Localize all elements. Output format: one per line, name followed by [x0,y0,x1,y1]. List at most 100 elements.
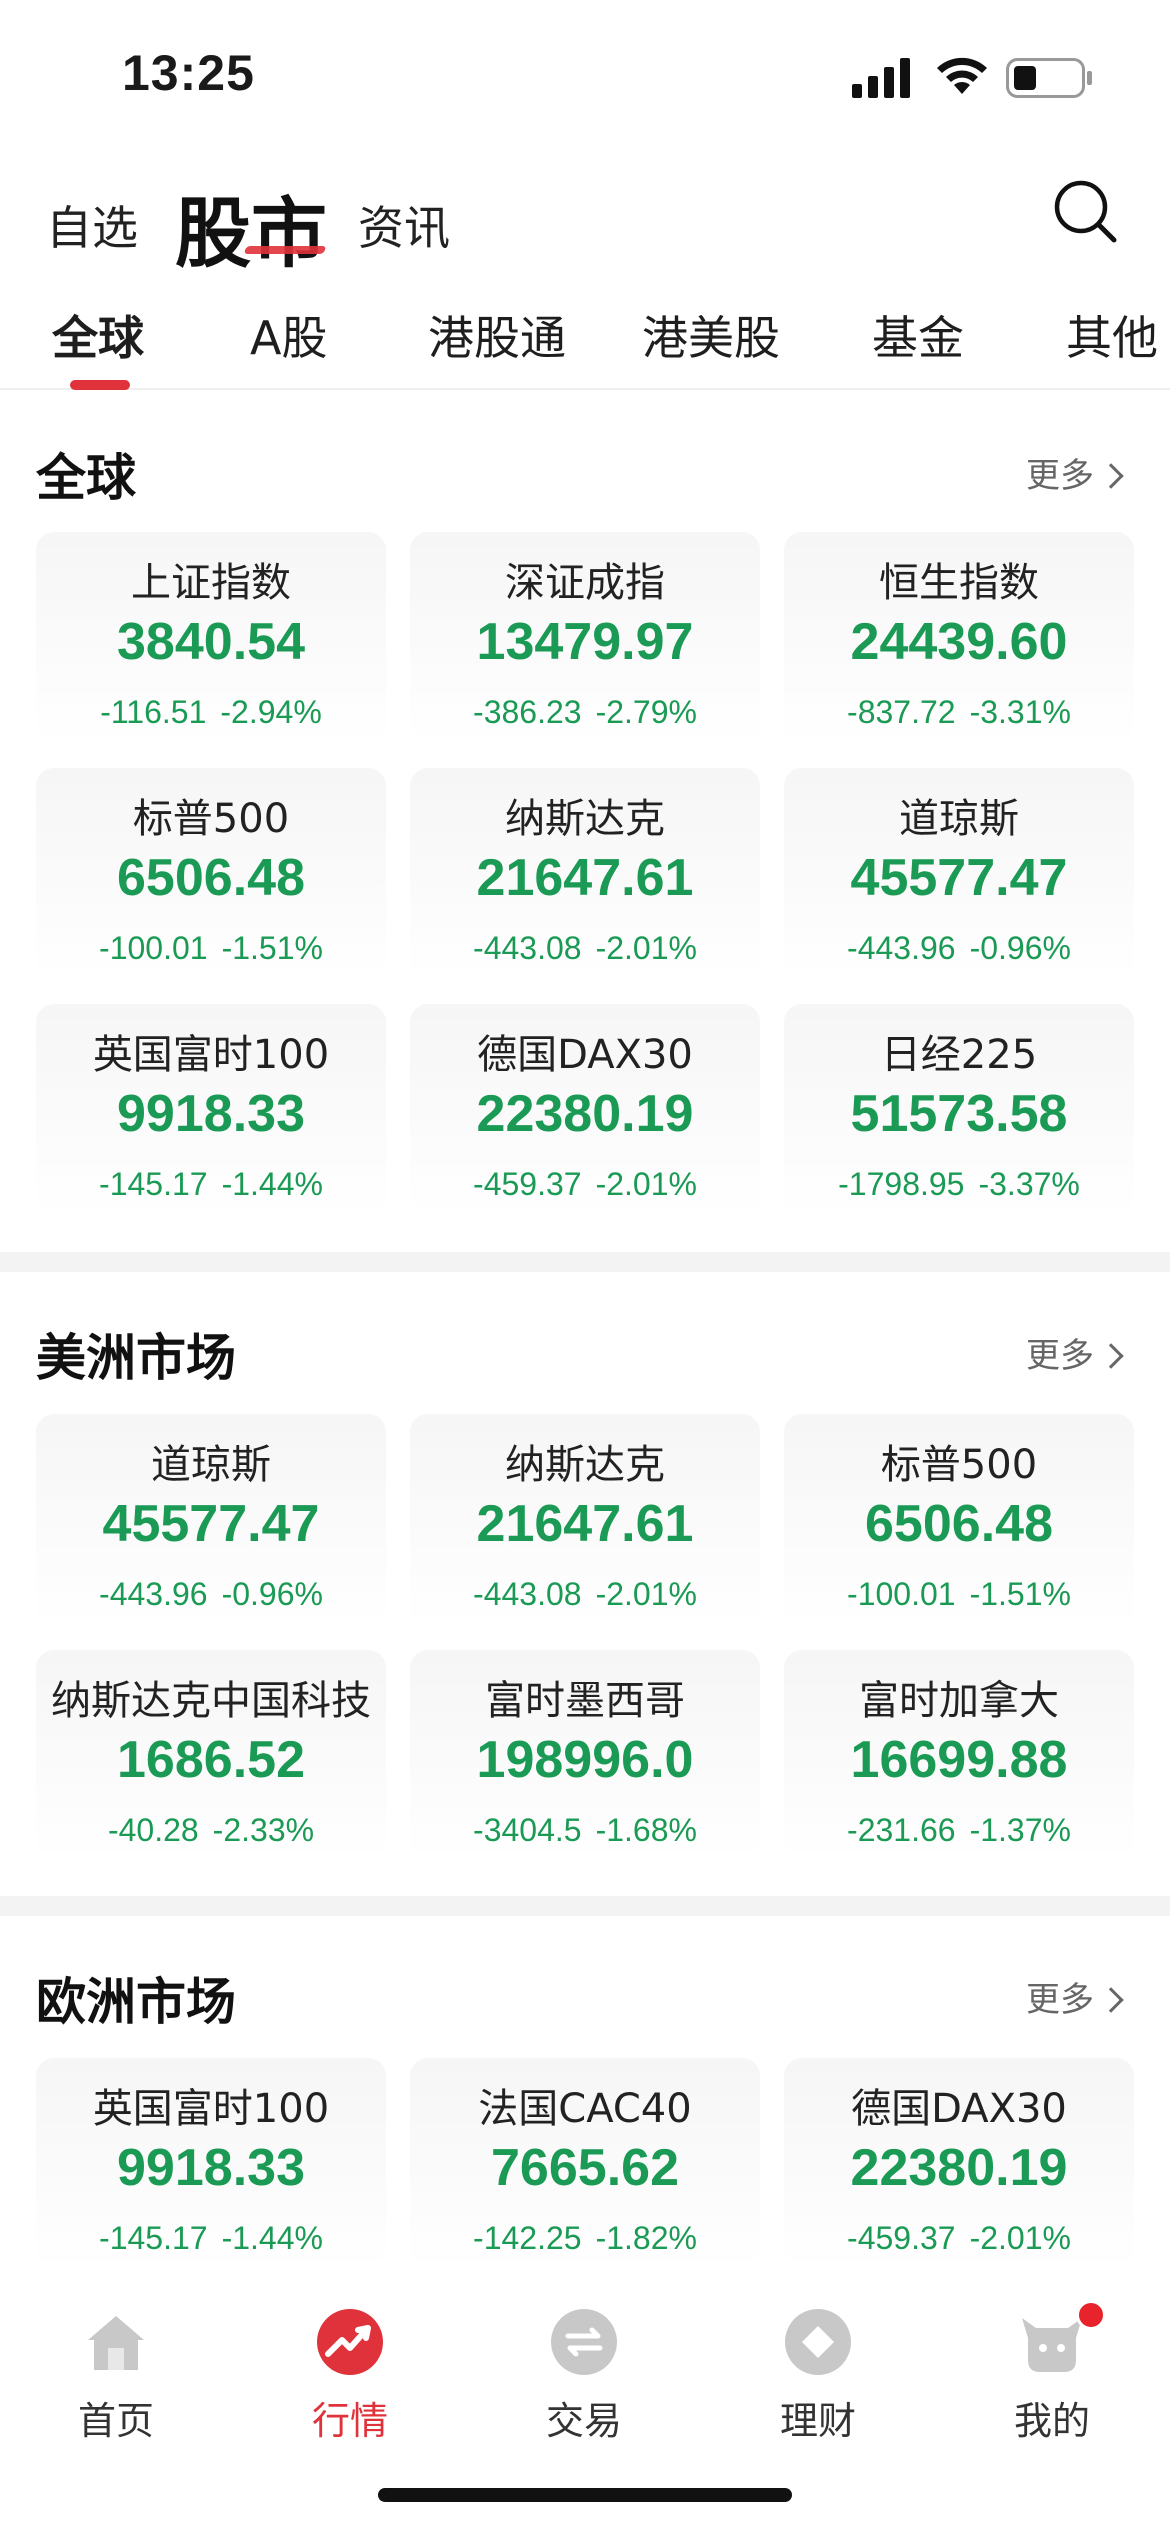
index-name: 深证成指 [505,560,665,606]
index-change-percent: -1.82% [595,2220,697,2256]
notification-badge-dot [1076,2300,1106,2330]
subtab-others[interactable]: 其他 [1066,302,1158,368]
index-price: 9918.33 [117,1085,305,1143]
more-label: 更多 [1026,1336,1094,1376]
index-change-row: -837.72 -3.31% [784,694,1134,731]
index-card[interactable]: 深证成指 13479.97 -386.23 -2.79% [410,532,760,742]
index-change: -116.51 [100,694,207,730]
index-change: -1798.95 [838,1166,965,1202]
index-change: -100.01 [847,1576,956,1612]
index-card[interactable]: 富时墨西哥 198996.0 -3404.5 -1.68% [410,1650,760,1860]
index-name: 纳斯达克 [505,796,665,842]
trade-exchange-icon [551,2309,617,2375]
chevron-right-icon [1098,1343,1124,1369]
index-card[interactable]: 道琼斯 45577.47 -443.96 -0.96% [36,1414,386,1624]
index-change-percent: -2.01% [595,1576,697,1612]
index-price: 9918.33 [117,2139,305,2197]
index-change-row: -142.25 -1.82% [410,2220,760,2257]
index-change-percent: -1.44% [221,1166,323,1202]
tab-watchlist[interactable]: 自选 [46,192,138,258]
index-card[interactable]: 富时加拿大 16699.88 -231.66 -1.37% [784,1650,1134,1860]
index-change: -386.23 [473,694,582,730]
wifi-icon [937,57,987,94]
section-divider [0,1896,1170,1916]
index-name: 德国DAX30 [851,2086,1067,2132]
index-change: -145.17 [99,1166,208,1202]
bottom-tab-label: 我的 [1013,2399,1090,2443]
subtab-hk-us-stocks[interactable]: 港美股 [642,302,780,368]
index-card[interactable]: 纳斯达克中国科技 1686.52 -40.28 -2.33% [36,1650,386,1860]
index-card[interactable]: 德国DAX30 22380.19 -459.37 -2.01% [410,1004,760,1214]
bottom-tab-label: 首页 [77,2399,154,2443]
index-change-percent: -3.37% [978,1166,1080,1202]
active-tab-underline [243,246,327,254]
index-change-row: -459.37 -2.01% [784,2220,1134,2257]
status-bar: 13:25 [0,0,1170,150]
subtab-hk-connect[interactable]: 港股通 [428,302,566,368]
index-card[interactable]: 标普500 6506.48 -100.01 -1.51% [784,1414,1134,1624]
index-card[interactable]: 纳斯达克 21647.61 -443.08 -2.01% [410,1414,760,1624]
index-change-percent: -1.51% [221,930,323,966]
index-change-row: -100.01 -1.51% [36,930,386,967]
index-card[interactable]: 德国DAX30 22380.19 -459.37 -2.01% [784,2058,1134,2268]
index-price: 22380.19 [476,1085,694,1143]
index-change: -145.17 [99,2220,208,2256]
index-change-percent: -2.01% [595,930,697,966]
tab-stock-market[interactable]: 股市 [175,172,327,282]
index-change: -443.08 [473,1576,582,1612]
index-card[interactable]: 法国CAC40 7665.62 -142.25 -1.82% [410,2058,760,2268]
index-price: 1686.52 [117,1731,305,1789]
index-price: 7665.62 [491,2139,679,2197]
index-price: 45577.47 [102,1495,320,1553]
search-icon[interactable] [1052,178,1118,244]
index-name: 日经225 [880,1032,1038,1078]
index-card[interactable]: 上证指数 3840.54 -116.51 -2.94% [36,532,386,742]
index-price: 51573.58 [850,1085,1068,1143]
index-name: 道琼斯 [151,1442,271,1488]
index-change: -459.37 [473,1166,582,1202]
more-link-europe[interactable]: 更多 [1026,1972,1124,2021]
index-change: -3404.5 [473,1812,582,1848]
wealth-diamond-icon [785,2309,851,2375]
index-card[interactable]: 日经225 51573.58 -1798.95 -3.37% [784,1004,1134,1214]
index-card[interactable]: 道琼斯 45577.47 -443.96 -0.96% [784,768,1134,978]
index-change: -443.96 [847,930,956,966]
index-change-row: -100.01 -1.51% [784,1576,1134,1613]
home-indicator[interactable] [378,2488,792,2502]
top-nav: 自选 股市 资讯 [0,170,1170,278]
subtab-active-indicator [70,380,130,390]
index-change-percent: -0.96% [969,930,1071,966]
index-change-row: -3404.5 -1.68% [410,1812,760,1849]
index-card[interactable]: 标普500 6506.48 -100.01 -1.51% [36,768,386,978]
index-name: 上证指数 [131,560,291,606]
section-title-europe: 欧洲市场 [36,1973,236,2031]
index-change-row: -443.08 -2.01% [410,1576,760,1613]
subtab-funds[interactable]: 基金 [872,302,964,368]
bottom-tab-label: 交易 [545,2399,622,2443]
tab-news[interactable]: 资讯 [358,192,450,258]
bottom-tab-label: 行情 [311,2399,388,2443]
subtab-global[interactable]: 全球 [52,302,144,368]
index-card[interactable]: 恒生指数 24439.60 -837.72 -3.31% [784,532,1134,742]
index-price: 16699.88 [850,1731,1068,1789]
index-price: 22380.19 [850,2139,1068,2197]
battery-icon [1006,58,1092,98]
more-link-americas[interactable]: 更多 [1026,1328,1124,1377]
subtab-a-shares[interactable]: A股 [250,302,327,368]
status-time: 13:25 [122,45,255,101]
index-change-row: -443.96 -0.96% [36,1576,386,1613]
index-change-row: -443.96 -0.96% [784,930,1134,967]
index-change-percent: -1.51% [969,1576,1071,1612]
index-change: -443.96 [99,1576,208,1612]
index-card[interactable]: 英国富时100 9918.33 -145.17 -1.44% [36,1004,386,1214]
home-icon [88,2316,144,2370]
more-link-global[interactable]: 更多 [1026,448,1124,497]
index-change-row: -145.17 -1.44% [36,1166,386,1203]
section-title-global: 全球 [36,449,136,507]
index-change-row: -443.08 -2.01% [410,930,760,967]
index-card[interactable]: 英国富时100 9918.33 -145.17 -1.44% [36,2058,386,2268]
index-change-percent: -1.44% [221,2220,323,2256]
index-change-percent: -2.01% [969,2220,1071,2256]
index-card[interactable]: 纳斯达克 21647.61 -443.08 -2.01% [410,768,760,978]
index-name: 恒生指数 [879,560,1039,606]
